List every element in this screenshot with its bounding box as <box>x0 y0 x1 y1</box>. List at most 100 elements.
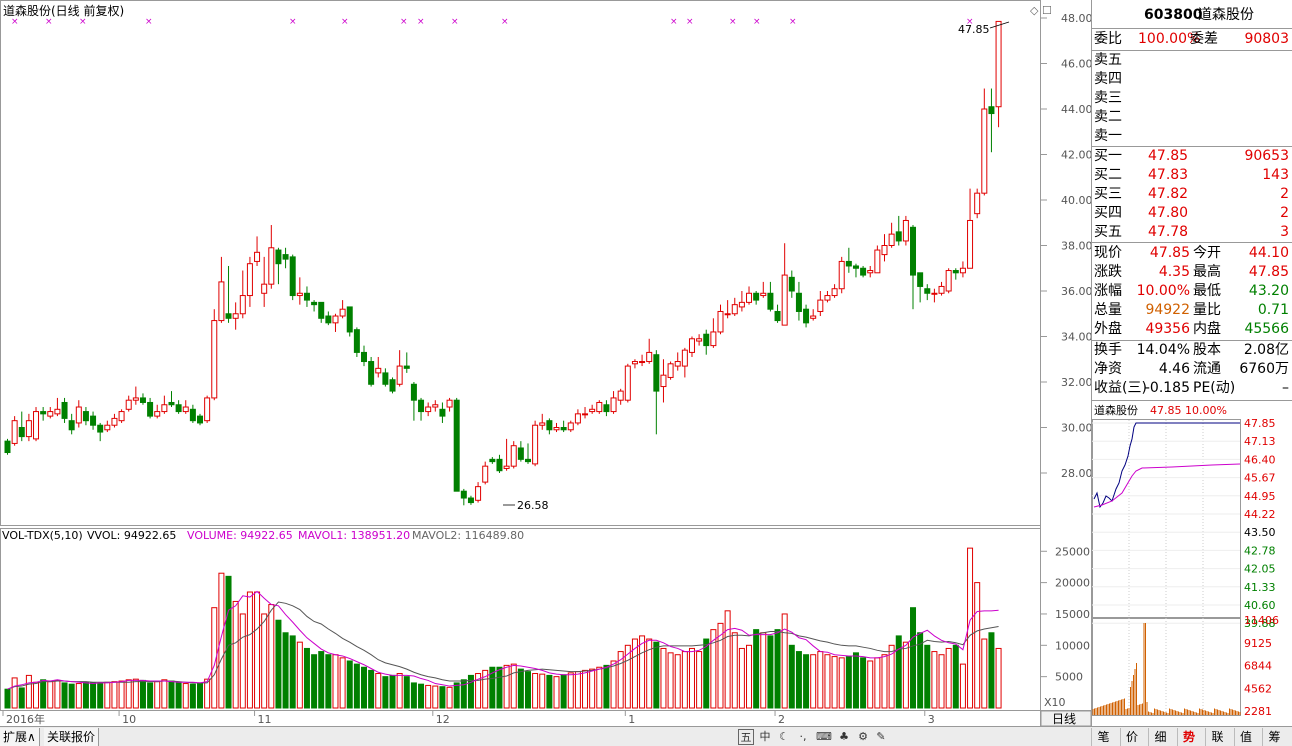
volume-bar <box>510 663 517 709</box>
vol-unit-label: X10 <box>1044 696 1066 709</box>
vol-indicator-name[interactable]: VOL-TDX(5,10) <box>2 529 83 542</box>
volume-bar <box>767 635 774 709</box>
side-tab[interactable]: 值 <box>1233 728 1258 746</box>
chart-title: 道森股份(日线 前复权) <box>3 3 124 18</box>
stat-row: 外盘 49356 内盘 45566 <box>1092 320 1292 339</box>
volume-bar <box>82 681 89 709</box>
candle-body <box>104 424 111 431</box>
volume-bar <box>254 591 261 709</box>
stat-label: 股本 <box>1193 342 1221 358</box>
side-tab[interactable]: 联 <box>1205 728 1229 746</box>
stat-label: 最低 <box>1193 283 1221 299</box>
buy-label: 买四 <box>1094 205 1122 221</box>
volume-bar <box>674 654 681 709</box>
vol-tick-label: 25000 <box>1055 545 1090 558</box>
side-tab[interactable]: 细 <box>1148 728 1172 746</box>
volume-bar <box>567 672 574 709</box>
club-icon[interactable]: ♣ <box>836 729 852 745</box>
volume-value: VOLUME: 94922.65 <box>187 529 293 542</box>
candle-body <box>82 411 89 422</box>
volume-bar <box>125 679 132 709</box>
mini-price-tick: 42.78 <box>1244 544 1276 557</box>
volume-bar <box>18 687 25 709</box>
moon-icon[interactable]: ☾ <box>776 729 792 745</box>
price-tick-label: 36.00 <box>1061 285 1091 298</box>
restore-icon[interactable]: ◇ ☐ <box>1030 4 1052 17</box>
five-tool-icon[interactable]: 五 <box>738 729 754 745</box>
volume-bar <box>546 674 553 709</box>
price-tick-label: 28.00 <box>1061 467 1091 480</box>
volume-bar <box>418 683 425 709</box>
side-tab[interactable]: 势 <box>1176 728 1201 746</box>
volume-bar <box>289 635 296 709</box>
volume-bar <box>503 664 510 709</box>
candle-body <box>211 320 218 399</box>
candle-body <box>139 397 146 403</box>
candle-body <box>147 401 154 417</box>
volume-bar <box>189 683 196 709</box>
candle-body <box>582 413 589 416</box>
volume-bar <box>403 676 410 709</box>
volume-bar <box>204 678 211 709</box>
stat-label: 换手 <box>1094 342 1122 358</box>
stat-label: 涨跌 <box>1094 264 1122 280</box>
vol-tick-label: 15000 <box>1055 608 1090 621</box>
candle-body <box>339 308 346 317</box>
volume-bar <box>746 644 753 709</box>
sell-row: 卖四 <box>1092 70 1292 89</box>
stat-value: 45566 <box>1244 321 1289 337</box>
tab-related-quotes[interactable]: 关联报价 <box>44 728 100 746</box>
chinese-input-icon[interactable]: 中 <box>757 729 773 745</box>
candle-body <box>418 399 425 413</box>
candle-body <box>945 270 952 292</box>
keyboard-icon[interactable]: ⌨ <box>816 729 832 745</box>
volume-bar <box>239 613 246 709</box>
volume-bar <box>524 671 531 709</box>
fundamental-row: 收益(三) -0.185 PE(动) – <box>1092 379 1292 398</box>
volume-bar <box>218 572 225 709</box>
volume-bar <box>831 656 838 709</box>
candle-body <box>803 308 810 324</box>
candle-body <box>532 424 539 465</box>
side-tab[interactable]: 价 <box>1119 728 1144 746</box>
volume-bar <box>902 641 909 709</box>
vol-tick-label: 5000 <box>1055 671 1083 684</box>
stat-row: 涨跌 4.35 最高 47.85 <box>1092 263 1292 282</box>
volume-bar <box>688 647 695 709</box>
intraday-mini-chart[interactable]: 道森股份 47.85 10.00% 47.85 47.13 46.40 45.67 44… <box>1092 401 1292 726</box>
stat-label: 收益(三) <box>1094 380 1147 396</box>
candle-body <box>197 415 204 424</box>
candle-body <box>860 267 867 276</box>
candle-body <box>4 440 11 454</box>
period-button[interactable]: 日线 <box>1052 712 1076 726</box>
stat-value: 4.46 <box>1158 361 1190 377</box>
volume-bar <box>389 674 396 709</box>
volume-bar <box>860 657 867 709</box>
punctuation-icon[interactable]: ·, <box>795 729 811 745</box>
event-marker: × <box>289 17 297 27</box>
side-tab[interactable]: 筹 <box>1262 728 1286 746</box>
candle-body <box>439 408 446 417</box>
candle-body <box>824 295 831 301</box>
volume-bar <box>817 651 824 709</box>
side-tab[interactable]: 笔 <box>1091 728 1115 746</box>
volume-bar <box>382 676 389 709</box>
stat-value: 2.08亿 <box>1243 342 1289 358</box>
candle-body <box>496 458 503 472</box>
kline-chart[interactable]: 48.00 46.00 44.00 42.00 40.00 38.00 36.00 34.00… <box>0 0 1091 726</box>
candle-body <box>959 267 966 274</box>
tab-expand[interactable]: 扩展∧ <box>0 728 40 746</box>
date-label: 3 <box>928 713 935 726</box>
volume-bar <box>410 682 417 709</box>
date-label: 2 <box>778 713 785 726</box>
wrench-icon[interactable]: ✎ <box>873 729 889 745</box>
stat-row: 总量 94922 量比 0.71 <box>1092 301 1292 320</box>
volume-bar <box>339 657 346 709</box>
volume-bar <box>25 674 32 709</box>
mini-price-tick: 43.50 <box>1244 526 1276 539</box>
settings-icon[interactable]: ⚙ <box>855 729 871 745</box>
buy-row: 买一 47.85 90653 <box>1092 147 1292 166</box>
candle-body <box>239 295 246 315</box>
candle-body <box>631 361 638 365</box>
volume-bar <box>453 682 460 709</box>
